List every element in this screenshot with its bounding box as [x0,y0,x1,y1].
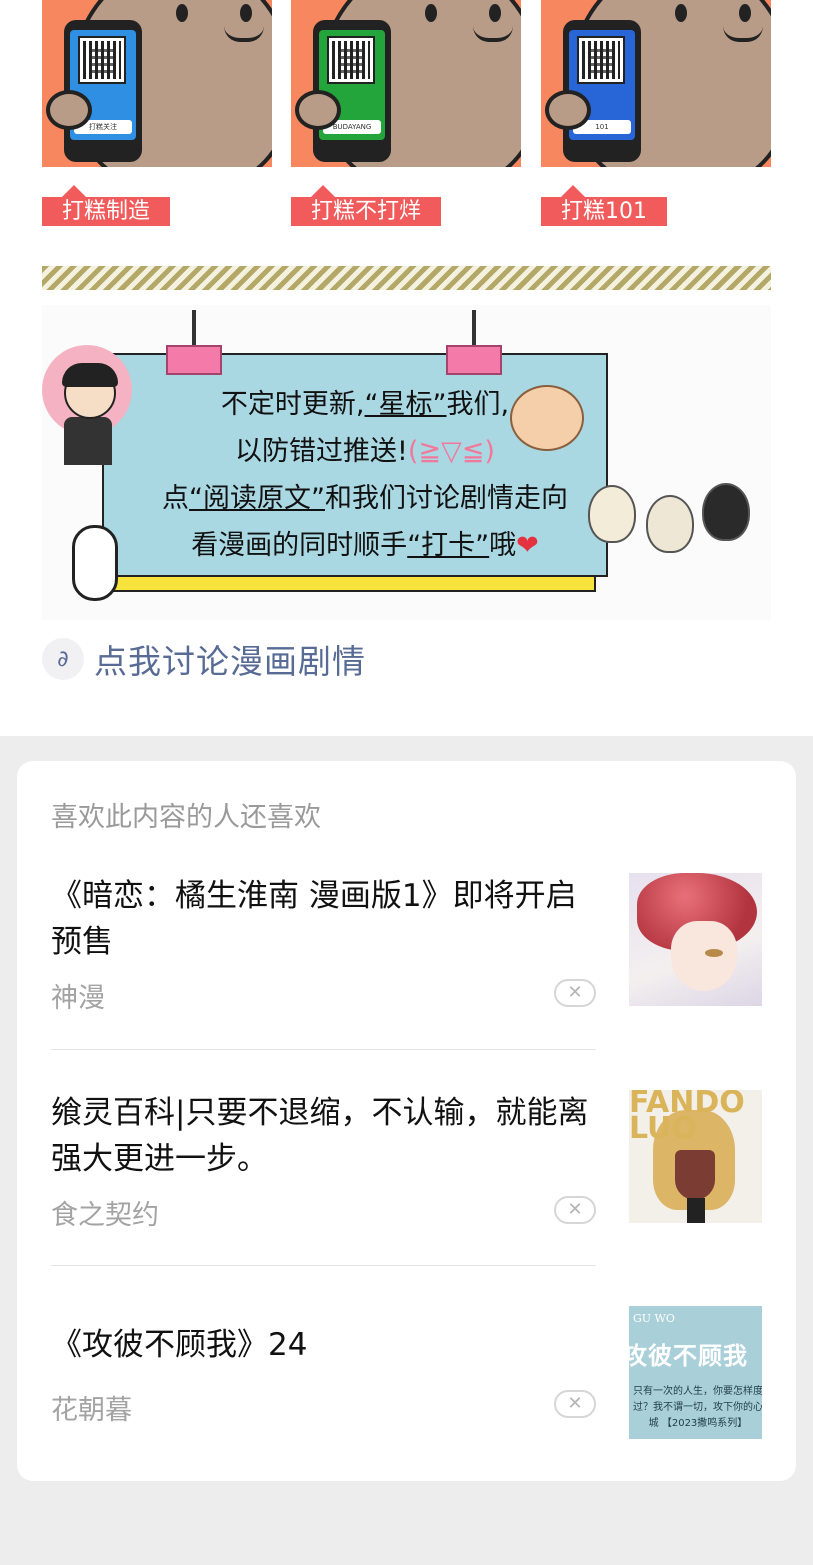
tip-tag-3: 打糕101 [541,185,667,226]
recommendation-heading: 喜欢此内容的人还喜欢 [51,802,321,833]
decorative-divider [42,266,771,290]
recommendation-title: 《暗恋：橘生淮南 漫画版1》即将开启预售 [51,878,577,960]
qr-code-icon [78,36,126,84]
recommendation-title: 飨灵百科|只要不退缩，不认输，就能离强大更进一步。 [51,1095,589,1177]
pointing-hand-icon [72,525,118,601]
dismiss-button[interactable]: ✕ [554,979,596,1007]
recommendation-source: 食之契约 [51,1200,159,1231]
tip-tag-1: 打糕制造 [42,185,171,226]
recommendation-thumbnail: GU WO 攻彼不顾我 只有一次的人生，你要怎样度过？我不谓一切，攻下你的心城 … [629,1306,762,1439]
recommendation-thumbnail [629,873,762,1006]
dismiss-button[interactable]: ✕ [554,1196,596,1224]
recommendation-card: 喜欢此内容的人还喜欢 《暗恋：橘生淮南 漫画版1》即将开启预售 神漫 ✕ 飨灵百… [17,761,796,1481]
thumbnail-tag: GU WO [633,1312,675,1325]
chibi-characters-illustration [582,455,771,575]
qr-code-icon [327,36,375,84]
notice-banner-image[interactable]: 不定时更新,“星标”我们, 以防错过推送!(≧▽≦) 点“阅读原文”和我们讨论剧… [42,305,771,620]
pin-clip-right [446,345,502,375]
tip-tag-2: 打糕不打烊 [291,185,442,226]
mini-program-label: 点我讨论漫画剧情 [94,642,366,681]
tip-image-3[interactable]: 101 [541,0,771,167]
tip-image-1[interactable]: 打糕关注 [42,0,272,167]
thumbnail-title: FANDO LUO [629,1090,745,1146]
tip-image-2[interactable]: BUDAYANG [291,0,521,167]
recommendation-title: 《攻彼不顾我》24 [51,1327,308,1363]
qr-code-icon [577,36,625,84]
heart-icon: ❤ [516,530,539,561]
character-illustration [42,335,152,475]
dismiss-button[interactable]: ✕ [554,1390,596,1418]
recommendation-item[interactable]: 《暗恋：橘生淮南 漫画版1》即将开启预售 神漫 ✕ [51,873,762,1014]
pin-clip-left [166,345,222,375]
recommendation-source: 神漫 [51,983,105,1014]
mini-program-link[interactable]: ∂ 点我讨论漫画剧情 [42,638,366,681]
recommendation-source: 花朝暮 [51,1395,132,1426]
thumbnail-subtitle: 只有一次的人生，你要怎样度过？我不谓一切，攻下你的心城 【2023撒鸣系列】 [633,1386,762,1429]
link-icon: ∂ [42,638,84,680]
article-body: 打糕关注 打糕制造 BUDAYANG 打糕不打烊 101 打糕101 不定时更新… [0,0,813,736]
recommendation-thumbnail: FANDO LUO [629,1090,762,1223]
bear-sticker-icon [510,385,584,451]
thumbnail-title: 攻彼不顾我 [629,1342,748,1370]
recommendation-item[interactable]: 《攻彼不顾我》24 花朝暮 ✕ GU WO 攻彼不顾我 只有一次的人生，你要怎样… [51,1306,762,1440]
divider [51,1049,596,1050]
divider [51,1265,596,1266]
recommendation-item[interactable]: 飨灵百科|只要不退缩，不认输，就能离强大更进一步。 食之契约 ✕ FANDO L… [51,1090,762,1231]
